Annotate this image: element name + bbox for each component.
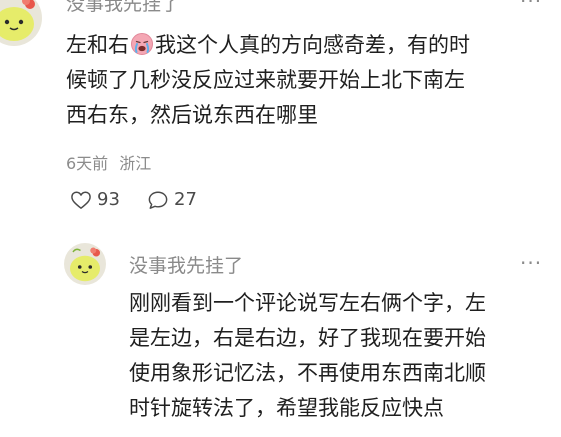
like-button[interactable]: 93	[70, 189, 120, 210]
reply-button[interactable]: 27	[147, 189, 197, 210]
comment-author-name[interactable]: 没事我先挂了	[66, 0, 180, 16]
avatar[interactable]	[0, 0, 42, 46]
reply-text-line: 使用象形记忆法，不再使用东西南北顺	[129, 361, 486, 385]
more-options-icon[interactable]: ···	[520, 253, 542, 273]
reply-author-name[interactable]: 没事我先挂了	[129, 251, 243, 278]
comment-text: 左和右 我这个人真的方向感奇差，有的时 候顿了几秒没反应过来就要开始上北下南左 …	[66, 28, 470, 133]
avatar-image	[64, 243, 106, 285]
crying-face-icon	[131, 33, 153, 55]
like-count: 93	[97, 189, 120, 210]
avatar[interactable]	[64, 243, 106, 285]
reply-text-line: 是左边，右是右边，好了我现在要开始	[129, 326, 486, 350]
reply-text: 刚刚看到一个评论说写左右俩个字，左 是左边，右是右边，好了我现在要开始 使用象形…	[129, 286, 486, 426]
comment-meta: 6天前 浙江	[66, 150, 151, 174]
comment-text-line: 候顿了几秒没反应过来就要开始上北下南左	[66, 68, 465, 92]
comment-text-line: 西右东，然后说东西在哪里	[66, 103, 318, 127]
comment-location: 浙江	[119, 154, 152, 173]
more-options-icon[interactable]: ···	[520, 0, 542, 11]
reply-count: 27	[174, 189, 197, 210]
reply-text-line: 刚刚看到一个评论说写左右俩个字，左	[129, 291, 486, 315]
comment-text-segment: 左和右	[66, 33, 129, 57]
comment-thread: 没事我先挂了 ··· 左和右 我这个人真的方向感奇差，有的时 候顿了几秒没反应过…	[0, 0, 561, 437]
heart-icon	[71, 191, 91, 209]
comment-time: 6天前	[66, 154, 109, 173]
comment-text-segment: 我这个人真的方向感奇差，有的时	[155, 33, 470, 57]
comment-text-line: 左和右 我这个人真的方向感奇差，有的时	[66, 28, 470, 63]
reply-text-line: 时针旋转法了，希望我能反应快点	[129, 396, 444, 420]
avatar-image	[0, 0, 42, 46]
comment-bubble-icon	[148, 191, 168, 209]
